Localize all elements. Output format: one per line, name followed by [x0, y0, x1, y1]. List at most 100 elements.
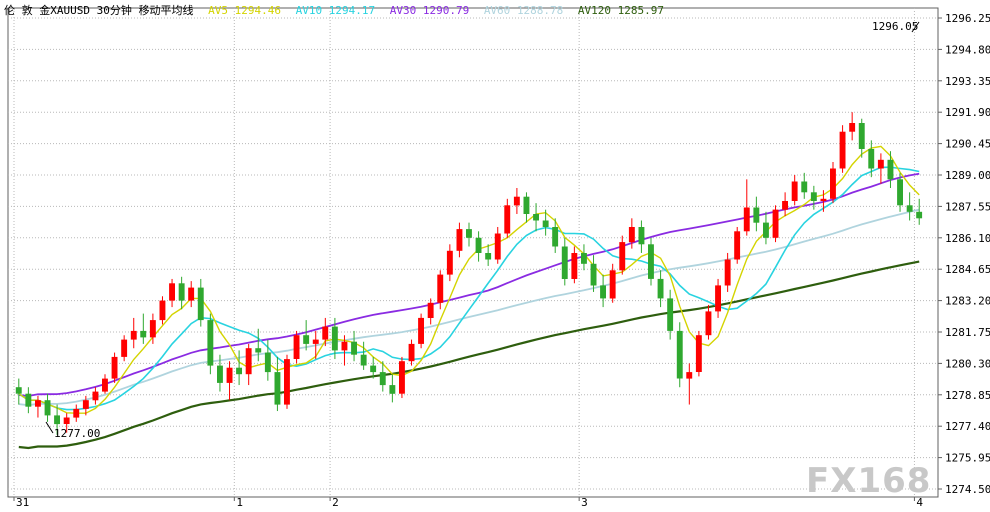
candle-body [197, 287, 204, 321]
y-tick-label: 1286.10 [945, 232, 990, 245]
y-tick-label: 1290.45 [945, 138, 990, 151]
x-tick-label: 3 [581, 496, 588, 508]
ma120-label: AV120 1285.97 [577, 4, 665, 17]
candlestick-chart: 1296.25 1294.80 1293.35 1291.90 1290.45 1289.… [0, 0, 990, 509]
candle-body [149, 320, 156, 338]
candle-body [628, 227, 635, 243]
candle-body [877, 159, 884, 169]
y-tick-label: 1278.85 [945, 389, 990, 402]
chart-svg: 1296.25 1294.80 1293.35 1291.90 1290.45 1289.… [7, 7, 990, 509]
candle-body [15, 387, 22, 394]
candle-body [169, 283, 175, 301]
candle-body [63, 417, 70, 424]
candle-body [44, 400, 51, 416]
candle-body [724, 259, 731, 286]
candle-body [887, 159, 894, 180]
candle-body [264, 352, 271, 373]
candle-body [657, 278, 664, 299]
candle-body [715, 285, 721, 312]
candle-body [331, 326, 338, 351]
candle-body [638, 227, 645, 245]
candle-body [54, 415, 60, 425]
candle-body [695, 335, 702, 372]
candle-body [293, 335, 300, 359]
y-tick-label: 1275.95 [945, 452, 990, 465]
candle-body [102, 378, 108, 392]
ma5-label: AV5 1294.46 [208, 4, 281, 17]
candle-body [648, 244, 654, 279]
candle-body [92, 391, 99, 401]
low-annotation: 1277.00 [54, 427, 100, 440]
y-tick-label: 1283.20 [945, 295, 990, 308]
candle-body [475, 237, 482, 253]
x-tick-label: 1 [236, 496, 243, 508]
candle-body [159, 300, 166, 321]
y-tick-label: 1284.65 [945, 263, 990, 276]
y-tick-label: 1293.35 [945, 75, 990, 88]
candle-body [619, 242, 626, 271]
candle-body [849, 123, 856, 132]
candle-body [322, 326, 329, 340]
candle-body [82, 400, 89, 409]
candle-body [600, 285, 606, 299]
y-tick-label: 1289.00 [945, 169, 990, 182]
candle-body [906, 205, 913, 212]
candle-body [35, 400, 41, 407]
candle-body [389, 385, 396, 394]
candle-body [533, 214, 539, 221]
y-tick-label: 1287.55 [945, 200, 990, 213]
candle-body [830, 168, 836, 199]
candle-body [485, 253, 492, 260]
candle-body [312, 339, 319, 344]
candle-body [456, 229, 463, 251]
candle-body [590, 263, 597, 286]
candle-body [73, 408, 80, 418]
candle-body [217, 365, 223, 383]
candle-body [245, 348, 252, 375]
candle-body [178, 283, 185, 301]
y-tick-label: 1280.30 [945, 357, 990, 370]
plot-frame [7, 7, 939, 498]
candle-body [25, 393, 32, 407]
candle-body [494, 233, 501, 260]
ma10-label: AV10 1294.17 [295, 4, 376, 17]
candle-body [284, 359, 290, 405]
candle-body [667, 298, 674, 331]
watermark-logo: FX168 [806, 461, 931, 501]
candle-body [121, 339, 128, 357]
candle-body [810, 192, 817, 201]
candle-body [858, 123, 865, 149]
candle-body [446, 250, 453, 275]
y-tick-label: 1274.50 [945, 483, 990, 496]
candle-body [542, 220, 549, 227]
candle-body [820, 198, 827, 201]
ma30-label: AV30 1290.79 [389, 4, 470, 17]
candle-body [360, 354, 367, 366]
y-tick-label: 1296.25 [945, 12, 990, 25]
candle-body [561, 246, 568, 279]
ma60-label: AV60 1288.78 [483, 4, 564, 17]
candle-body [791, 181, 798, 201]
candle-body [408, 343, 415, 362]
y-tick-label: 1294.80 [945, 43, 990, 56]
candle-body [140, 330, 147, 338]
candle-body [379, 372, 386, 386]
candle-body [868, 149, 875, 169]
candle-body [274, 372, 281, 405]
legend: 伦 敦 金XAUUSD 30分钟 移动平均线 AV5 1294.46 AV10 … [4, 2, 672, 17]
instrument-label: 伦 敦 金XAUUSD 30分钟 移动平均线 [4, 4, 194, 17]
candle-body [686, 372, 693, 379]
candle-body [399, 361, 405, 394]
candle-body [916, 211, 923, 219]
candle-body [801, 181, 808, 193]
y-tick-label: 1291.90 [945, 106, 990, 119]
candle-body [437, 274, 444, 303]
candle-body [418, 317, 424, 344]
candle-body [370, 365, 377, 373]
y-tick-label: 1281.75 [945, 326, 990, 339]
candle-body [772, 209, 779, 238]
candle-body [782, 201, 788, 210]
y-tick-label: 1277.40 [945, 420, 990, 433]
candle-body [226, 367, 233, 383]
candle-body [571, 253, 578, 279]
